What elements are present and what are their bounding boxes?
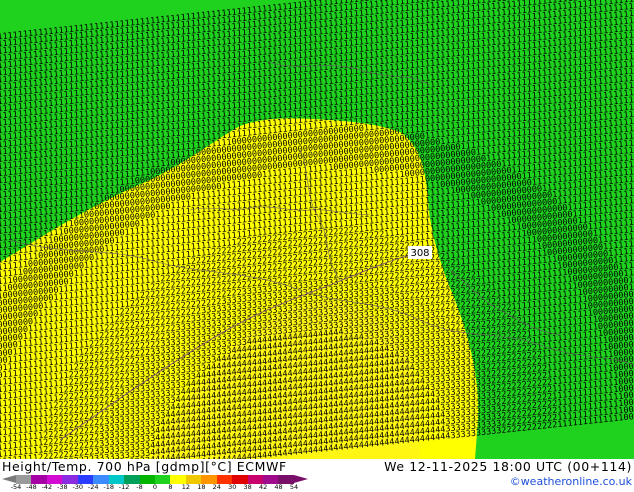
contour-label-308: 308 xyxy=(408,246,432,259)
footer-bar: Height/Temp. 700 hPa [gdmp][°C] ECMWF We… xyxy=(0,459,634,492)
valid-time: We 12-11-2025 18:00 UTC (00+114) xyxy=(384,459,632,474)
svg-text:308: 308 xyxy=(410,248,429,259)
map-title: Height/Temp. 700 hPa [gdmp][°C] ECMWF xyxy=(2,459,287,474)
weather-map[interactable]: 1111111111111111111111111111111111111111… xyxy=(0,0,634,459)
scale-arrow-left xyxy=(2,475,16,483)
scale-arrow-right xyxy=(294,475,308,483)
map-canvas: 1111111111111111111111111111111111111111… xyxy=(0,0,634,459)
credit-link[interactable]: ©weatheronline.co.uk xyxy=(510,475,632,488)
temperature-digit-grid: 1111111111111111111111111111111111111111… xyxy=(0,0,634,459)
color-scale-ticks: -54 -48 -42 -38 -30 -24 -18 -12 -8 0 8 12 18 24 30 38 42… xyxy=(11,484,298,492)
